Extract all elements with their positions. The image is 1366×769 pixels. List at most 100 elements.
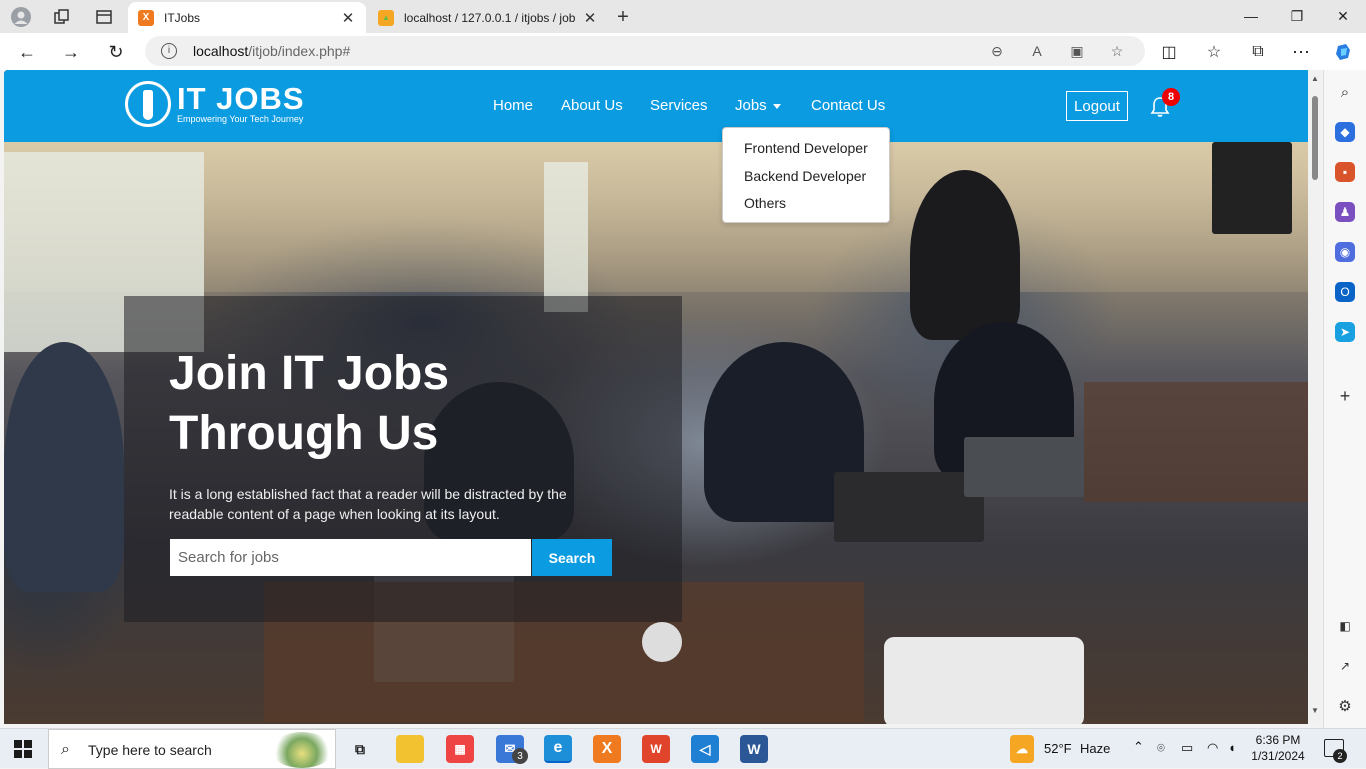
hero-headline-line-2: Through Us bbox=[169, 407, 439, 460]
close-tab-icon[interactable]: ✕ bbox=[340, 9, 356, 27]
scroll-down-icon[interactable]: ▼ bbox=[1311, 706, 1319, 715]
volume-icon[interactable]: ◖ bbox=[1228, 740, 1236, 755]
hero-headline: Join IT Jobs Through Us bbox=[169, 344, 449, 464]
minimize-icon[interactable]: — bbox=[1228, 0, 1274, 32]
settings-gear-icon[interactable]: ⚙ bbox=[1335, 696, 1355, 716]
split-screen-icon[interactable]: ◫ bbox=[1154, 37, 1184, 67]
jobs-dropdown-menu: Frontend Developer Backend Developer Oth… bbox=[722, 127, 890, 223]
restore-icon[interactable]: ❐ bbox=[1274, 0, 1320, 32]
scroll-up-icon[interactable]: ▲ bbox=[1311, 74, 1319, 83]
new-tab-button[interactable]: + bbox=[612, 6, 634, 28]
taskbar-search-box[interactable]: ⌕ Type here to search bbox=[48, 729, 336, 769]
logo-name: IT JOBS bbox=[177, 80, 305, 116]
back-icon[interactable]: ← bbox=[12, 37, 42, 67]
file-explorer-icon[interactable] bbox=[396, 735, 424, 763]
outlook-icon[interactable]: O bbox=[1335, 282, 1355, 302]
site-logo[interactable]: IT JOBS Empowering Your Tech Journey bbox=[125, 81, 305, 127]
tab-phpmyadmin[interactable]: ▲ localhost / 127.0.0.1 / itjobs / job ✕ bbox=[368, 2, 608, 33]
browser-toolbar: ← → ↻ i localhost/itjob/index.php# ⊖ A ▣… bbox=[0, 33, 1366, 70]
profile-icon[interactable] bbox=[10, 6, 32, 28]
job-search-input[interactable] bbox=[170, 539, 531, 576]
weather-icon[interactable]: ☁ bbox=[1010, 735, 1034, 763]
favorites-icon[interactable]: ☆ bbox=[1199, 37, 1229, 67]
notification-badge: 8 bbox=[1162, 88, 1180, 106]
scrollbar-thumb[interactable] bbox=[1312, 96, 1318, 180]
search-button[interactable]: Search bbox=[532, 539, 612, 576]
copilot-icon[interactable] bbox=[1329, 37, 1359, 67]
search-icon: ⌕ bbox=[61, 741, 70, 758]
collections-icon[interactable]: ⧉ bbox=[1243, 37, 1273, 67]
microsoft-365-icon[interactable]: ◉ bbox=[1335, 242, 1355, 262]
clock-time: 6:36 PM bbox=[1255, 733, 1301, 747]
notification-center-badge: 2 bbox=[1333, 749, 1347, 763]
browser-tab-strip: X ITJobs ✕ ▲ localhost / 127.0.0.1 / itj… bbox=[0, 0, 1366, 33]
nav-services[interactable]: Services bbox=[650, 97, 708, 114]
tab-actions-icon[interactable] bbox=[93, 6, 115, 28]
weather-temp[interactable]: 52°F bbox=[1044, 741, 1072, 756]
logout-button[interactable]: Logout bbox=[1066, 91, 1128, 121]
nav-about[interactable]: About Us bbox=[561, 97, 623, 114]
site-info-icon[interactable]: i bbox=[161, 43, 177, 59]
task-view-icon[interactable]: ⧉ bbox=[346, 735, 374, 763]
meet-now-icon[interactable]: ⌾ bbox=[1157, 740, 1165, 756]
logo-mark-icon bbox=[125, 81, 171, 127]
logo-tagline: Empowering Your Tech Journey bbox=[177, 113, 304, 124]
dropdown-item-frontend[interactable]: Frontend Developer bbox=[744, 140, 868, 156]
hero-overlay: Join IT Jobs Through Us It is a long est… bbox=[124, 296, 682, 622]
page-scrollbar[interactable]: ▲ ▼ bbox=[1308, 70, 1322, 724]
url-path: /itjob/index.php# bbox=[248, 43, 351, 59]
wps-office-icon[interactable]: W bbox=[642, 735, 670, 763]
xampp-icon[interactable]: X bbox=[593, 735, 621, 763]
nav-jobs-label: Jobs bbox=[735, 97, 767, 114]
url-text[interactable]: localhost/itjob/index.php# bbox=[193, 43, 350, 59]
xampp-favicon-icon: X bbox=[138, 9, 154, 26]
hero-section: Join IT Jobs Through Us It is a long est… bbox=[4, 142, 1308, 724]
tab-title: localhost / 127.0.0.1 / itjobs / job bbox=[404, 10, 576, 25]
refresh-icon[interactable]: ↻ bbox=[101, 37, 131, 67]
more-menu-icon[interactable]: ⋯ bbox=[1286, 37, 1316, 67]
dropdown-item-backend[interactable]: Backend Developer bbox=[744, 168, 866, 184]
phpmyadmin-favicon-icon: ▲ bbox=[378, 9, 394, 26]
shopping-icon[interactable]: ◆ bbox=[1335, 122, 1355, 142]
tab-itjobs[interactable]: X ITJobs ✕ bbox=[128, 2, 366, 33]
favorite-star-icon[interactable]: ☆ bbox=[1107, 41, 1127, 61]
mail-badge: 3 bbox=[512, 748, 528, 764]
external-link-icon[interactable]: ↗ bbox=[1335, 656, 1355, 676]
taskbar-clock[interactable]: 6:36 PM 1/31/2024 bbox=[1248, 732, 1308, 764]
search-highlight-image bbox=[271, 732, 333, 768]
tray-chevron-icon[interactable]: ⌃ bbox=[1133, 739, 1144, 755]
games-icon[interactable]: ♟ bbox=[1335, 202, 1355, 222]
clock-date: 1/31/2024 bbox=[1251, 749, 1305, 763]
search-icon[interactable]: ⌕ bbox=[1335, 82, 1355, 102]
close-tab-icon[interactable]: ✕ bbox=[582, 9, 598, 27]
sidebar-toggle-icon[interactable]: ◧ bbox=[1335, 616, 1355, 636]
forward-icon[interactable]: → bbox=[56, 37, 86, 67]
tools-icon[interactable]: ▪ bbox=[1335, 162, 1355, 182]
send-icon[interactable]: ➤ bbox=[1335, 322, 1355, 342]
start-button-icon[interactable] bbox=[14, 740, 32, 758]
url-host: localhost bbox=[193, 43, 249, 59]
microsoft-store-icon[interactable]: ▦ bbox=[446, 735, 474, 763]
caret-down-icon bbox=[772, 103, 781, 109]
dropdown-item-others[interactable]: Others bbox=[744, 195, 786, 211]
vs-code-icon[interactable]: ◁ bbox=[691, 735, 719, 763]
windows-taskbar: ⌕ Type here to search ⧉ ▦ ✉ 3 e X W ◁ W … bbox=[0, 728, 1366, 769]
word-icon[interactable]: W bbox=[740, 735, 768, 763]
nav-jobs[interactable]: Jobs bbox=[735, 97, 781, 114]
workspaces-icon[interactable] bbox=[51, 6, 73, 28]
close-window-icon[interactable]: ✕ bbox=[1320, 0, 1366, 32]
edge-sidebar: ⌕ ◆ ▪ ♟ ◉ O ➤ + ◧ ↗ ⚙ bbox=[1323, 70, 1366, 728]
nav-contact[interactable]: Contact Us bbox=[811, 97, 885, 114]
page-viewport: IT JOBS Empowering Your Tech Journey Hom… bbox=[4, 70, 1308, 724]
add-icon[interactable]: + bbox=[1335, 386, 1355, 406]
site-navbar: IT JOBS Empowering Your Tech Journey Hom… bbox=[4, 70, 1308, 142]
battery-icon[interactable]: ▭ bbox=[1181, 740, 1193, 756]
zoom-icon[interactable]: ⊖ bbox=[987, 41, 1007, 61]
edge-browser-icon[interactable]: e bbox=[544, 735, 572, 763]
weather-condition[interactable]: Haze bbox=[1080, 741, 1110, 756]
read-aloud-icon[interactable]: A bbox=[1027, 41, 1047, 61]
nav-home[interactable]: Home bbox=[493, 97, 533, 114]
wifi-icon[interactable]: ◠ bbox=[1207, 740, 1218, 756]
app-available-icon[interactable]: ▣ bbox=[1067, 41, 1087, 61]
address-bar[interactable]: i localhost/itjob/index.php# ⊖ A ▣ ☆ bbox=[145, 36, 1145, 66]
